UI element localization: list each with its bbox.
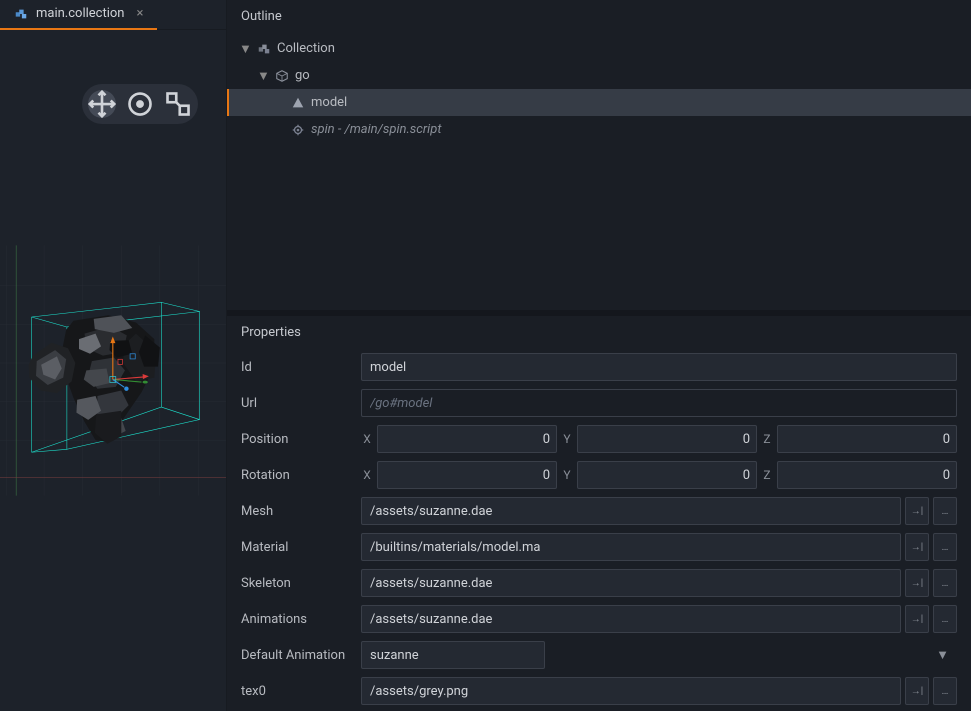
y-label: Y — [561, 468, 573, 482]
scale-tool-button[interactable] — [164, 90, 192, 118]
chevron-down-icon[interactable]: ▼ — [239, 41, 251, 57]
z-label: Z — [761, 432, 773, 446]
goto-resource-button[interactable]: →| — [905, 677, 929, 705]
tree-label: spin - /main/spin.script — [311, 122, 441, 137]
gear-icon — [291, 123, 305, 137]
chevron-down-icon[interactable]: ▼ — [257, 68, 269, 84]
position-x-input[interactable] — [377, 425, 557, 453]
id-label: Id — [241, 360, 351, 375]
move-tool-button[interactable] — [88, 90, 116, 118]
collection-icon — [257, 42, 271, 56]
position-z-input[interactable] — [777, 425, 957, 453]
tab-bar: main.collection × — [0, 0, 226, 30]
position-y-input[interactable] — [577, 425, 757, 453]
viewport-toolbar — [82, 84, 198, 124]
url-input — [361, 389, 957, 417]
rotate-tool-button[interactable] — [126, 90, 154, 118]
tree-label: model — [311, 95, 347, 110]
url-label: Url — [241, 396, 351, 411]
z-label: Z — [761, 468, 773, 482]
default-animation-label: Default Animation — [241, 648, 351, 663]
goto-resource-button[interactable]: →| — [905, 497, 929, 525]
tex0-input[interactable] — [361, 677, 901, 705]
skeleton-label: Skeleton — [241, 576, 351, 591]
viewport-3d[interactable] — [0, 30, 226, 711]
browse-button[interactable]: … — [933, 533, 957, 561]
position-label: Position — [241, 432, 351, 447]
close-icon[interactable]: × — [137, 6, 144, 21]
animations-input[interactable] — [361, 605, 901, 633]
goto-resource-button[interactable]: →| — [905, 569, 929, 597]
tree-row-collection[interactable]: ▼ Collection — [227, 35, 971, 62]
mesh-label: Mesh — [241, 504, 351, 519]
chevron-down-icon: ▼ — [936, 647, 949, 663]
browse-button[interactable]: … — [933, 605, 957, 633]
rotation-y-input[interactable] — [577, 461, 757, 489]
properties-header: Properties — [227, 316, 971, 349]
tab-label: main.collection — [36, 6, 125, 21]
y-label: Y — [561, 432, 573, 446]
tree-row-go[interactable]: ▼ go — [227, 62, 971, 89]
skeleton-input[interactable] — [361, 569, 901, 597]
browse-button[interactable]: … — [933, 677, 957, 705]
outline-header: Outline — [227, 0, 971, 33]
default-animation-select[interactable] — [361, 641, 545, 669]
model-icon — [291, 96, 305, 110]
rotation-label: Rotation — [241, 468, 351, 483]
id-input[interactable] — [361, 353, 957, 381]
rotation-x-input[interactable] — [377, 461, 557, 489]
tree-row-spin[interactable]: spin - /main/spin.script — [227, 116, 971, 143]
outline-tree: ▼ Collection ▼ go model — [227, 33, 971, 145]
x-label: X — [361, 432, 373, 446]
browse-button[interactable]: … — [933, 497, 957, 525]
tree-row-model[interactable]: model — [227, 89, 971, 116]
animations-label: Animations — [241, 612, 351, 627]
tab-main-collection[interactable]: main.collection × — [0, 0, 157, 30]
browse-button[interactable]: … — [933, 569, 957, 597]
x-label: X — [361, 468, 373, 482]
material-label: Material — [241, 540, 351, 555]
goto-resource-button[interactable]: →| — [905, 605, 929, 633]
tex0-label: tex0 — [241, 684, 351, 699]
tree-label: go — [295, 68, 310, 83]
goto-resource-button[interactable]: →| — [905, 533, 929, 561]
collection-icon — [14, 7, 28, 21]
tree-label: Collection — [277, 41, 335, 56]
rotation-z-input[interactable] — [777, 461, 957, 489]
cube-icon — [275, 69, 289, 83]
material-input[interactable] — [361, 533, 901, 561]
mesh-input[interactable] — [361, 497, 901, 525]
